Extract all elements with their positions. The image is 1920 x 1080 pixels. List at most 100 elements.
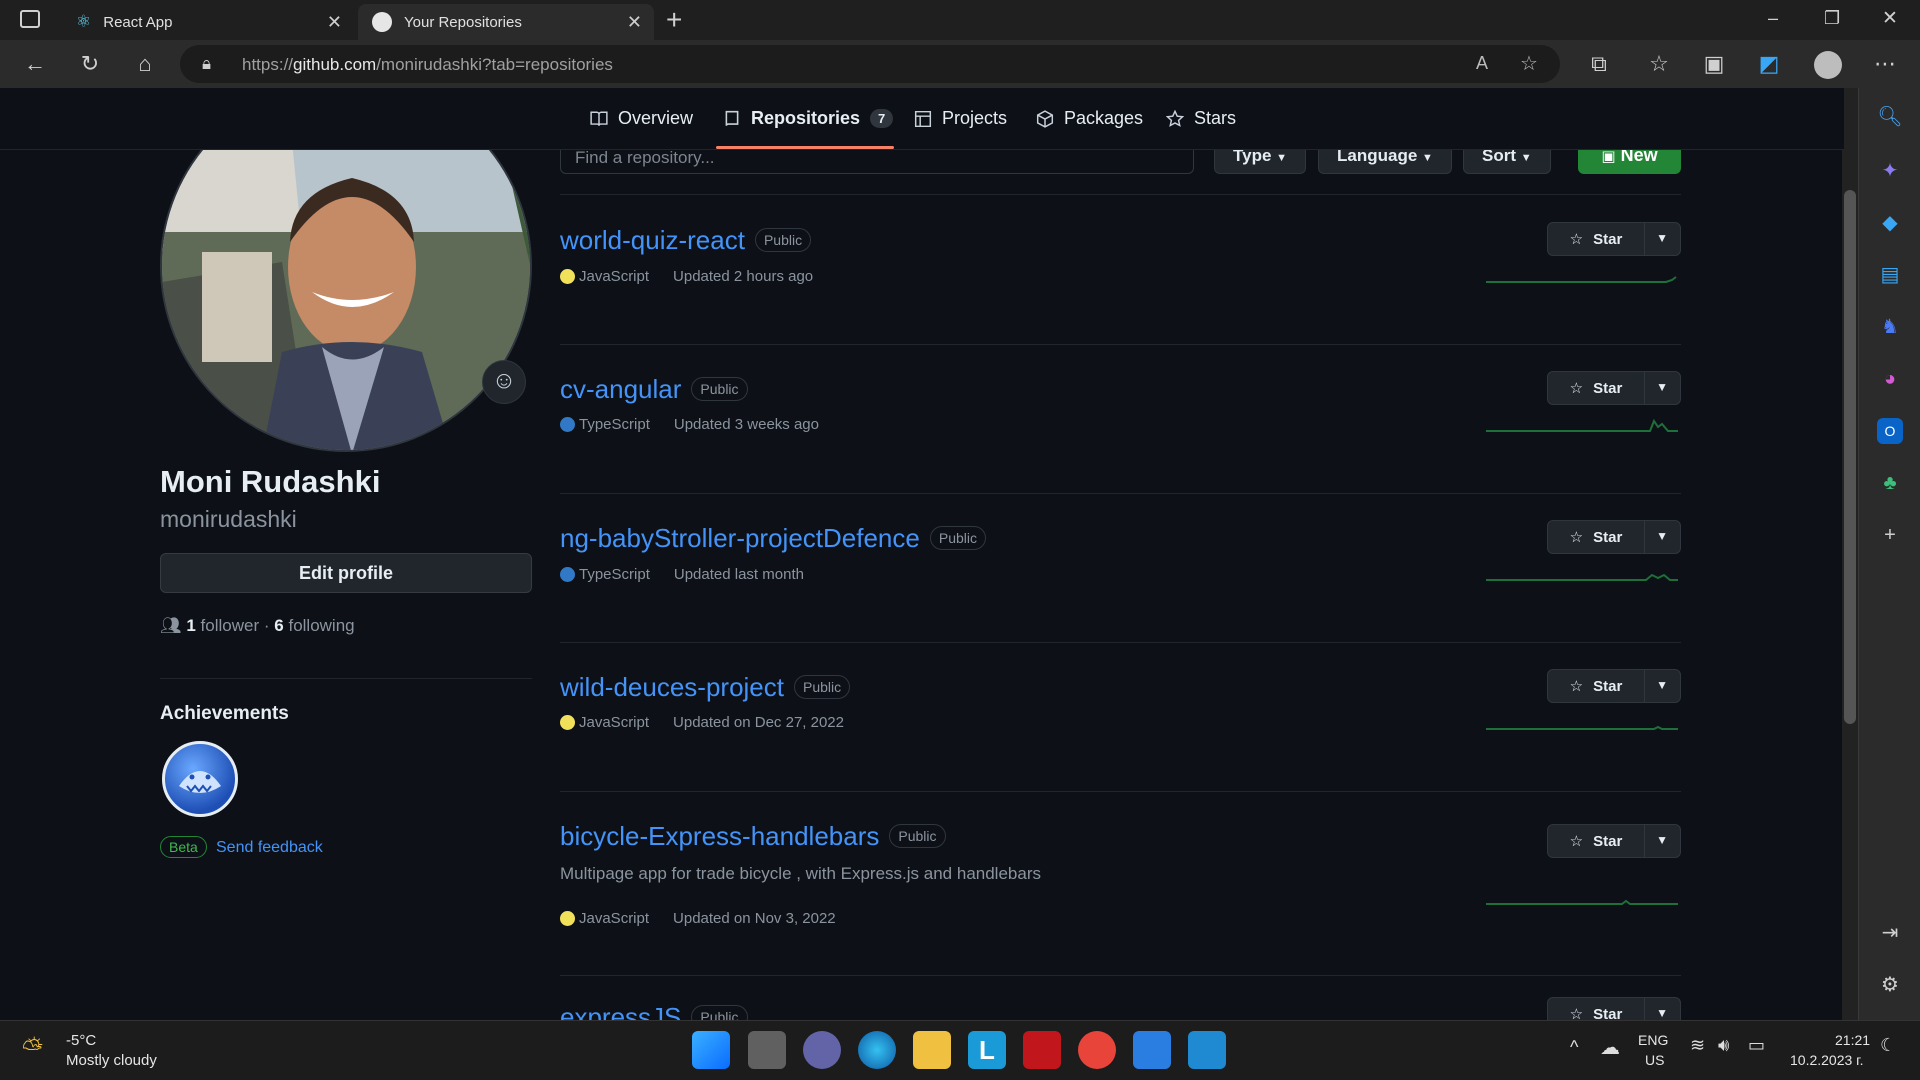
- tab-label: Packages: [1064, 108, 1144, 128]
- profile-login: monirudashki: [160, 506, 297, 532]
- repo-name-link[interactable]: expressJS Public: [560, 1002, 748, 1020]
- tab-stars[interactable]: Stars: [1166, 108, 1236, 129]
- visibility-badge: Public: [754, 228, 812, 252]
- lock-icon[interactable]: 🔒︎: [202, 54, 211, 74]
- caret-down-icon[interactable]: ▼: [1656, 678, 1668, 692]
- input-lang-top[interactable]: ENG: [1638, 1032, 1668, 1048]
- star-button[interactable]: ☆ Star ▼: [1547, 997, 1681, 1020]
- tab-projects[interactable]: Projects: [914, 108, 1007, 129]
- set-status-button[interactable]: ☺: [482, 360, 526, 404]
- add-favorite-icon[interactable]: ☆: [1520, 51, 1538, 76]
- wifi-icon[interactable]: ≋: [1690, 1035, 1705, 1056]
- copilot-icon[interactable]: ✦: [1877, 158, 1903, 184]
- address-bar[interactable]: 🔒︎ https://github.com/monirudashki?tab=r…: [180, 45, 1560, 83]
- extensions-icon[interactable]: ⧉: [1584, 49, 1614, 79]
- repo-language: JavaScript: [579, 268, 650, 285]
- repo-name-link[interactable]: wild-deuces-project Public: [560, 672, 851, 703]
- repo-name-link[interactable]: bicycle-Express-handlebars Public: [560, 821, 946, 852]
- add-icon[interactable]: +: [1877, 522, 1903, 548]
- tools-icon[interactable]: ▤: [1877, 262, 1903, 288]
- repo-name-link[interactable]: cv-angular Public: [560, 374, 748, 405]
- profile-avatar-icon[interactable]: [1814, 51, 1842, 79]
- tab-packages[interactable]: Packages: [1036, 108, 1143, 129]
- tab-your-repositories[interactable]: Your Repositories ✕: [358, 4, 654, 40]
- minimize-button[interactable]: –: [1768, 8, 1778, 29]
- divider: [560, 194, 1681, 195]
- file-explorer-icon[interactable]: [913, 1031, 951, 1069]
- tab-overview[interactable]: Overview: [590, 108, 693, 129]
- edge-bar-icon[interactable]: ◩: [1754, 49, 1784, 79]
- edit-profile-button[interactable]: Edit profile: [160, 553, 532, 593]
- weather-icon[interactable]: ⛅︎: [22, 1033, 43, 1065]
- outlook-icon[interactable]: O: [1877, 418, 1903, 444]
- star-button[interactable]: ☆ Star ▼: [1547, 824, 1681, 858]
- search-icon[interactable]: 🔍︎: [1877, 104, 1903, 130]
- repo-name-link[interactable]: ng-babyStroller-projectDefence Public: [560, 523, 986, 554]
- followers-link[interactable]: 1 follower: [186, 616, 259, 635]
- office-icon[interactable]: ◕: [1877, 366, 1903, 392]
- selected-tab-underline: [716, 146, 894, 149]
- collections-icon[interactable]: ▣: [1699, 49, 1729, 79]
- hide-sidebar-icon[interactable]: ⇥: [1877, 920, 1903, 946]
- home-icon[interactable]: ⌂: [130, 49, 160, 79]
- visibility-badge: Public: [929, 526, 986, 550]
- tab-label: Repositories: [751, 108, 861, 128]
- activity-sparkline: [1486, 276, 1677, 283]
- input-lang-bottom[interactable]: US: [1645, 1052, 1664, 1068]
- camera-app-icon[interactable]: [1078, 1031, 1116, 1069]
- mcafee-icon[interactable]: [1023, 1031, 1061, 1069]
- following-link[interactable]: 6 following: [274, 616, 354, 635]
- url-text[interactable]: https://github.com/monirudashki?tab=repo…: [242, 55, 613, 75]
- clock-date[interactable]: 10.2.2023 г.: [1790, 1052, 1863, 1068]
- scrollbar-thumb[interactable]: [1844, 190, 1856, 724]
- settings-icon[interactable]: ⚙: [1877, 972, 1903, 998]
- shopping-icon[interactable]: ◆: [1877, 210, 1903, 236]
- restore-button[interactable]: ❐: [1824, 8, 1840, 29]
- star-button[interactable]: ☆ Star ▼: [1547, 222, 1681, 256]
- back-icon[interactable]: ←: [20, 49, 50, 79]
- star-button[interactable]: ☆ Star ▼: [1547, 520, 1681, 554]
- clock-time[interactable]: 21:21: [1835, 1032, 1870, 1048]
- caret-down-icon[interactable]: ▼: [1656, 833, 1668, 847]
- favorites-icon[interactable]: ☆: [1644, 49, 1674, 79]
- games-icon[interactable]: ♞: [1877, 314, 1903, 340]
- close-tab-icon[interactable]: ✕: [327, 12, 342, 33]
- start-icon[interactable]: [692, 1031, 730, 1069]
- tab-repositories[interactable]: Repositories 7: [723, 108, 894, 129]
- vscode-icon[interactable]: [1188, 1031, 1226, 1069]
- tab-react-app[interactable]: ⚛ React App ✕: [62, 4, 354, 40]
- new-tab-button[interactable]: +: [666, 4, 682, 36]
- task-view-icon[interactable]: [748, 1031, 786, 1069]
- caret-down-icon[interactable]: ▼: [1656, 1006, 1668, 1020]
- star-button[interactable]: ☆ Star ▼: [1547, 669, 1681, 703]
- follow-separator: ·: [263, 616, 270, 635]
- repo-item: wild-deuces-project Public JavaScript Upda…: [560, 643, 1681, 792]
- send-feedback-link[interactable]: Send feedback: [216, 839, 323, 857]
- edge-taskbar-icon[interactable]: [858, 1031, 896, 1069]
- refresh-icon[interactable]: ↻: [75, 49, 105, 79]
- battery-icon[interactable]: ▭: [1748, 1035, 1765, 1056]
- more-icon[interactable]: ⋯: [1870, 49, 1900, 79]
- read-aloud-icon[interactable]: A: [1476, 53, 1488, 74]
- tab-actions-icon[interactable]: [20, 10, 40, 28]
- caret-down-icon[interactable]: ▼: [1656, 529, 1668, 543]
- drop-icon[interactable]: ♣: [1877, 470, 1903, 496]
- caret-down-icon[interactable]: ▼: [1656, 231, 1668, 245]
- focus-moon-icon[interactable]: ☾: [1880, 1035, 1896, 1056]
- close-window-button[interactable]: ✕: [1882, 7, 1898, 30]
- l-app-icon[interactable]: L: [968, 1031, 1006, 1069]
- mail-icon[interactable]: [1133, 1031, 1171, 1069]
- chevron-up-icon[interactable]: ^: [1570, 1037, 1578, 1058]
- onedrive-icon[interactable]: ☁: [1600, 1035, 1620, 1060]
- volume-icon[interactable]: 🔊︎: [1718, 1035, 1729, 1056]
- weather-desc[interactable]: Mostly cloudy: [66, 1052, 157, 1069]
- achievement-badge[interactable]: [162, 741, 238, 817]
- repo-name-link[interactable]: world-quiz-react Public: [560, 225, 812, 256]
- star-button[interactable]: ☆ Star ▼: [1547, 371, 1681, 405]
- caret-down-icon[interactable]: ▼: [1656, 380, 1668, 394]
- repo-updated: Updated on Nov 3, 2022: [673, 910, 836, 927]
- language-color-icon: [560, 567, 575, 582]
- weather-temp[interactable]: -5°C: [66, 1032, 96, 1049]
- teams-chat-icon[interactable]: [803, 1031, 841, 1069]
- close-tab-icon[interactable]: ✕: [627, 12, 642, 33]
